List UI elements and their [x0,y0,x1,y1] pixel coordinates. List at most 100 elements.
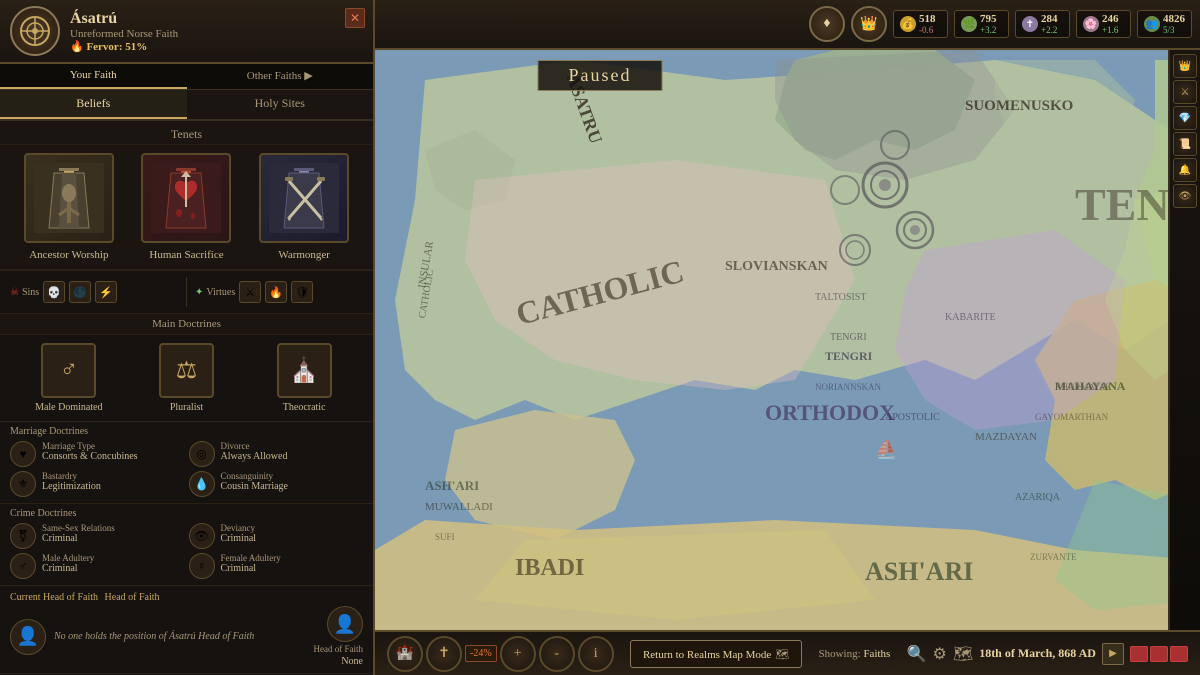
svg-text:TEN: TEN [1075,179,1170,230]
right-edge-panel: 👑 ⚔ 💎 📜 🔔 👁 [1168,50,1200,630]
re-btn-3[interactable]: 💎 [1173,106,1197,130]
female-adultery-icon: ♀ [189,553,215,579]
tenets-container: Ancestor Worship [0,145,373,270]
svg-text:AZARIQA: AZARIQA [1015,492,1061,503]
re-btn-5[interactable]: 🔔 [1173,158,1197,182]
gold-value: 518 [919,13,936,25]
tenet-warmonger-name: Warmonger [278,249,330,261]
re-btn-6[interactable]: 👁 [1173,184,1197,208]
marriage-type-text: Marriage Type Consorts & Concubines [42,441,138,462]
court-btn[interactable]: 👑 [851,6,887,42]
doctrine-bastardry[interactable]: ⚜ Bastardry Legitimization [10,471,185,497]
svg-text:APOSTOLIC: APOSTOLIC [885,412,940,423]
doctrine-same-sex[interactable]: ⚧ Same-Sex Relations Criminal [10,523,185,549]
doctrine-marriage-type[interactable]: ♥ Marriage Type Consorts & Concubines [10,441,185,467]
fervor-icon: 🔥 [70,41,84,53]
doctrine-divorce[interactable]: ◎ Divorce Always Allowed [189,441,364,467]
men-delta: 5/3 [1163,25,1185,35]
doctrine-theocratic-name: Theocratic [283,402,326,413]
doctrine-consanguinity[interactable]: 💧 Consanguinity Cousin Marriage [189,471,364,497]
prestige-icon: 🌿 [961,16,977,32]
svg-text:MAZDAYAN: MAZDAYAN [975,431,1037,443]
showing-value: Faiths [863,648,890,660]
diplomacy-btn[interactable]: ♦ [809,6,845,42]
svg-text:TENGRI: TENGRI [830,332,867,343]
tenets-label: Tenets [0,121,373,145]
prestige-delta: +3.2 [980,25,997,35]
svg-text:TENGRI: TENGRI [825,349,873,363]
hof-color-label: Head of Faith [105,592,160,603]
svg-text:SLOVIANSKAN: SLOVIANSKAN [725,259,828,274]
doctrine-deviancy[interactable]: 👁 Deviancy Criminal [189,523,364,549]
sins-label: ☠ Sins [10,287,39,298]
sin-icon-1[interactable]: 💀 [43,281,65,303]
faith-emblem [10,6,60,56]
close-btn[interactable]: ✕ [345,8,365,28]
prestige-value: 795 [980,13,997,25]
virtues-section: ✦ Virtues ⚔ 🔥 🛡 [195,281,363,303]
svg-text:SUFI: SUFI [435,532,455,542]
deviancy-icon: 👁 [189,523,215,549]
sins-section: ☠ Sins 💀 🌑 ⚡ [10,281,178,303]
top-bar: ♦ 👑 💰 518 -0.6 🌿 795 +3.2 ✝ 284 +2.2 🌸 2… [375,0,1200,50]
zoom-out-btn[interactable]: - [539,636,575,672]
piety-delta: +2.2 [1041,25,1058,35]
zoom-btn[interactable]: + [500,636,536,672]
deviancy-text: Deviancy Criminal [221,523,257,544]
realm-map-btn[interactable]: 🏰 [387,636,423,672]
virtue-icon-1[interactable]: ⚔ [239,281,261,303]
tenet-ancestor-worship[interactable]: Ancestor Worship [19,153,119,261]
faith-header: Ásatrú Unreformed Norse Faith 🔥 Fervor: … [0,0,373,64]
holy-sites-tab[interactable]: Holy Sites [187,90,374,119]
sins-virtues-row: ☠ Sins 💀 🌑 ⚡ ✦ Virtues ⚔ 🔥 🛡 [0,271,373,314]
renown-delta: +1.6 [1102,25,1119,35]
your-faith-tab[interactable]: Your Faith [0,64,187,89]
speed-indicator-1[interactable] [1130,646,1148,662]
map-area[interactable]: ⛵ CATHOLIC ORTHODOX IBADI ASH'ARI ASATRU… [375,0,1200,675]
pause-text: Paused [569,65,632,85]
speed-indicator-3[interactable] [1170,646,1188,662]
pause-play-btn[interactable]: ▶ [1102,643,1124,665]
divorce-text: Divorce Always Allowed [221,441,288,462]
svg-text:ASH'ARI: ASH'ARI [425,478,479,493]
sin-icon-3[interactable]: ⚡ [95,281,117,303]
pause-banner: Paused [538,60,663,91]
doctrine-male-dominated[interactable]: ♂ Male Dominated [24,343,114,413]
tenet-ancestor-name: Ancestor Worship [29,249,108,261]
svg-text:ORTHODOX: ORTHODOX [765,400,895,425]
crime-doctrines-header: Crime Doctrines [0,504,373,521]
tenet-warmonger[interactable]: Warmonger [254,153,354,261]
virtue-icon-2[interactable]: 🔥 [265,281,287,303]
male-adultery-icon: ♂ [10,553,36,579]
virtues-label: ✦ Virtues [195,287,235,298]
map-mode-btn[interactable]: ✝ [426,636,462,672]
return-btn-label: Return to Realms Map Mode [643,649,771,661]
marriage-type-icon: ♥ [10,441,36,467]
speed-indicator-2[interactable] [1150,646,1168,662]
map-settings-icon[interactable]: 🗺 [953,644,973,664]
re-btn-2[interactable]: ⚔ [1173,80,1197,104]
sin-icon-2[interactable]: 🌑 [69,281,91,303]
return-map-mode-btn[interactable]: Return to Realms Map Mode 🗺 [630,640,802,668]
virtue-icon-3[interactable]: 🛡 [291,281,313,303]
sins-icon: ☠ [10,287,19,298]
other-faiths-tab[interactable]: Other Faiths ▶ [187,64,374,89]
sidebar: Ásatrú Unreformed Norse Faith 🔥 Fervor: … [0,0,375,675]
zoom-search-icon[interactable]: 🔍 [907,644,927,664]
info-btn[interactable]: i [578,636,614,672]
tenet-ancestor-img [24,153,114,243]
re-btn-1[interactable]: 👑 [1173,54,1197,78]
tenet-human-sacrifice[interactable]: Human Sacrifice [136,153,236,261]
piety-icon: ✝ [1022,16,1038,32]
doctrine-male-adultery[interactable]: ♂ Male Adultery Criminal [10,553,185,579]
doctrine-female-adultery[interactable]: ♀ Female Adultery Criminal [189,553,364,579]
hof-right-avatar: 👤 [327,606,363,642]
gold-icon: 💰 [900,16,916,32]
beliefs-tab[interactable]: Beliefs [0,90,187,119]
doctrine-theocratic[interactable]: ⛪ Theocratic [259,343,349,413]
re-btn-4[interactable]: 📜 [1173,132,1197,156]
doctrine-pluralist[interactable]: ⚖ Pluralist [141,343,231,413]
settings-icon[interactable]: ⚙ [933,644,947,664]
main-doctrines-header: Main Doctrines [0,314,373,335]
renown-resource: 🌸 246 +1.6 [1076,10,1131,38]
